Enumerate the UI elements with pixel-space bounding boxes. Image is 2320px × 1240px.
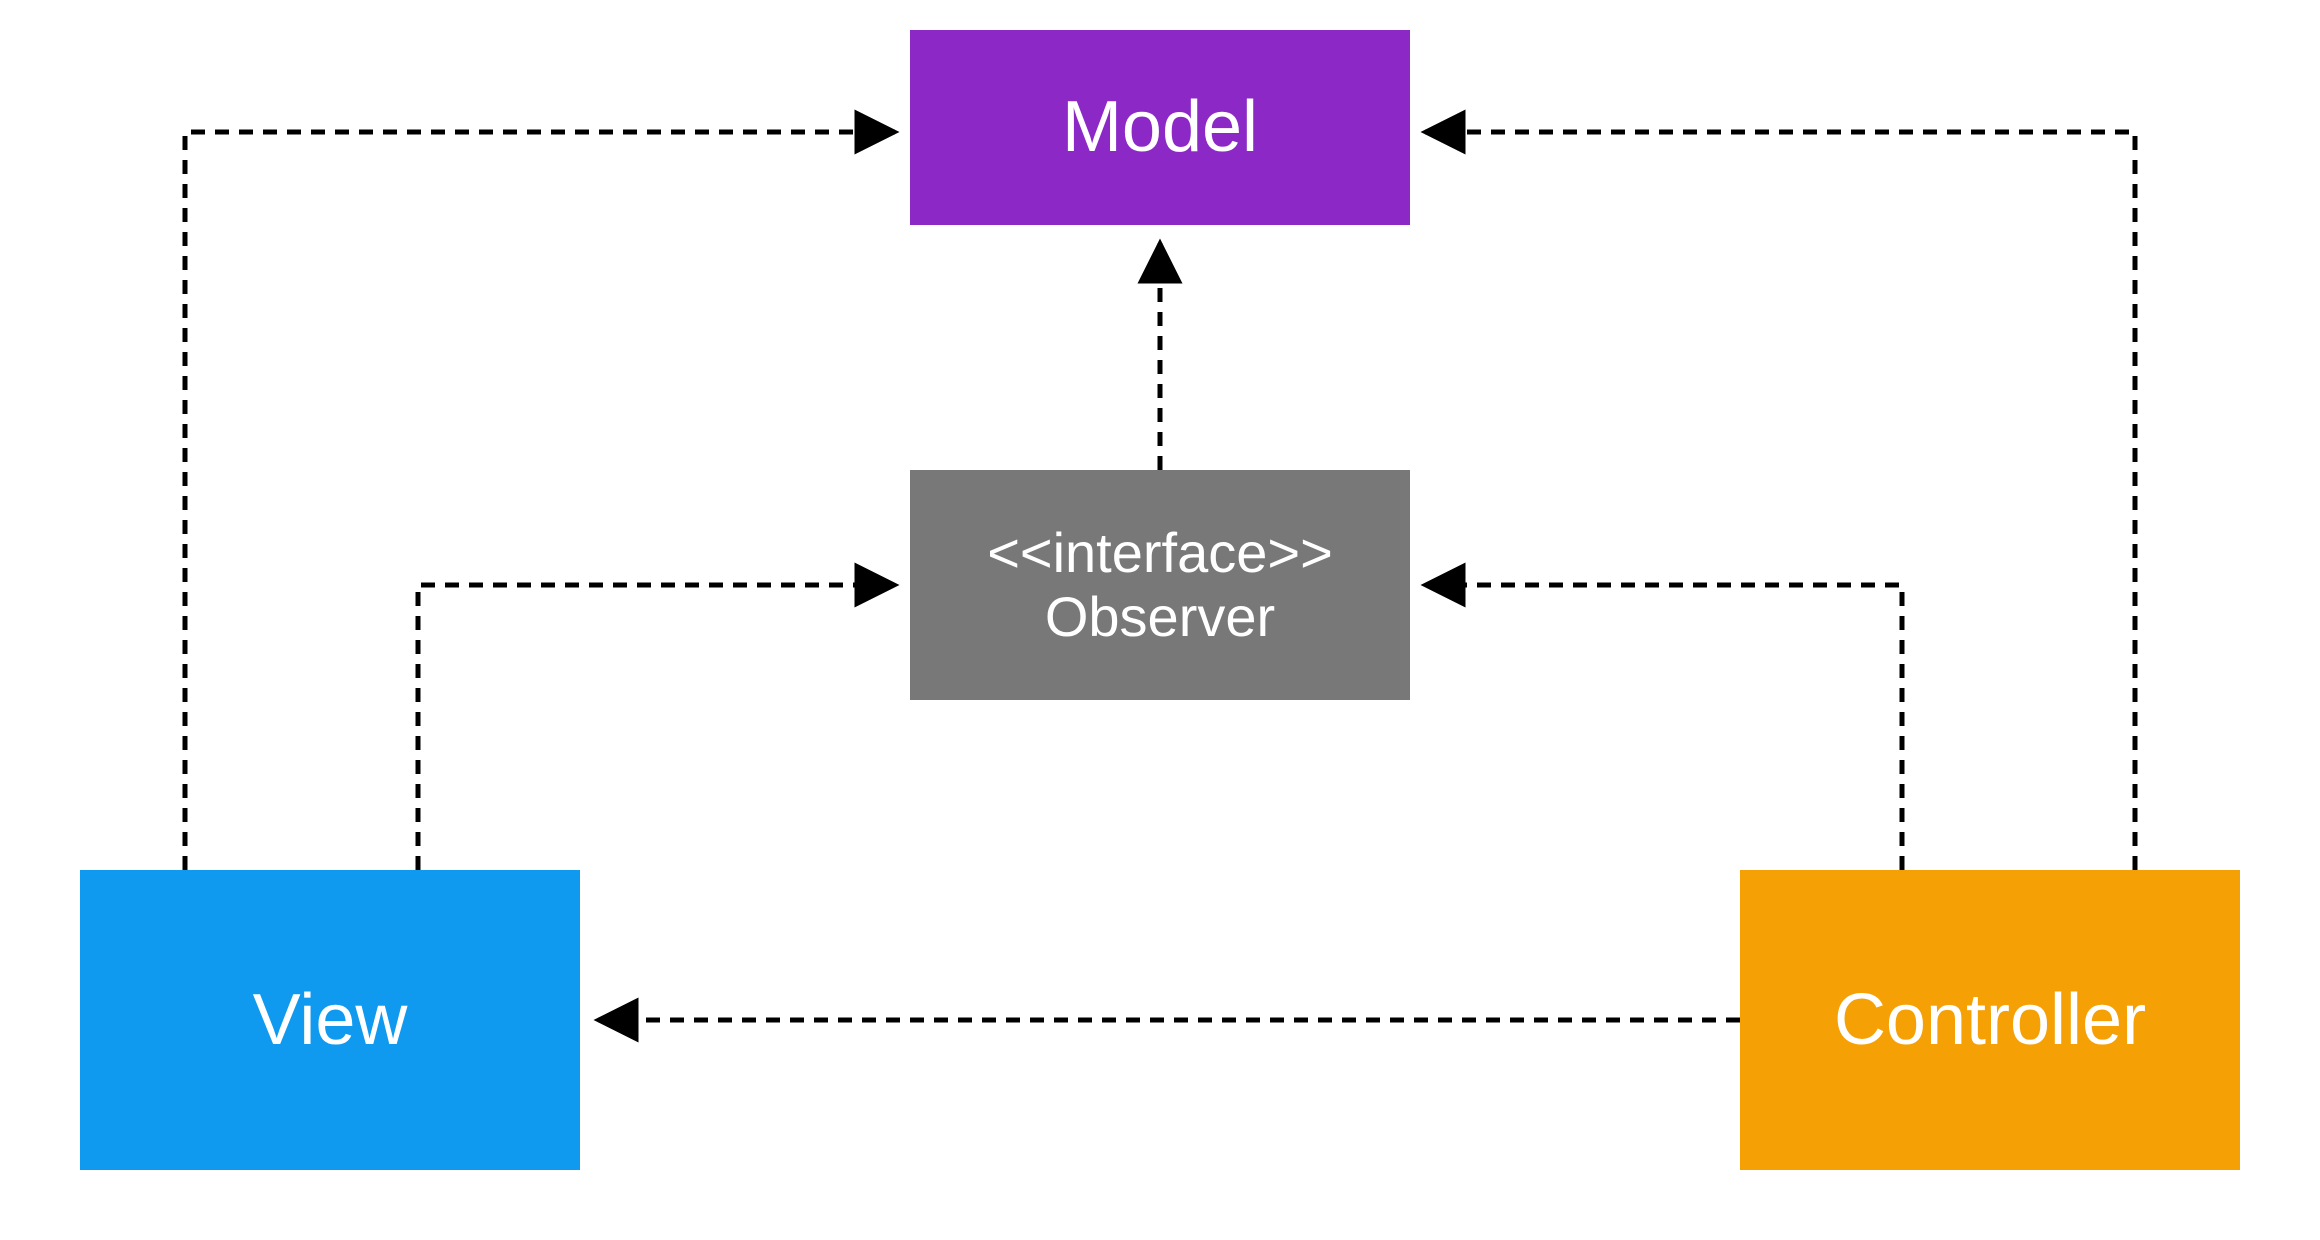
arrow-controller-to-model [1425,132,2135,870]
observer-box: <<interface>> Observer [910,470,1410,700]
view-box: View [80,870,580,1170]
view-label: View [253,979,408,1062]
model-box: Model [910,30,1410,225]
mvc-observer-diagram: Model <<interface>> Observer View Contro… [0,0,2320,1240]
observer-label: Observer [1045,585,1275,649]
model-label: Model [1062,86,1258,169]
arrow-controller-to-observer [1425,585,1902,870]
controller-label: Controller [1834,979,2146,1062]
arrow-view-to-observer [418,585,895,870]
controller-box: Controller [1740,870,2240,1170]
arrow-view-to-model [185,132,895,870]
observer-stereotype: <<interface>> [987,521,1333,585]
